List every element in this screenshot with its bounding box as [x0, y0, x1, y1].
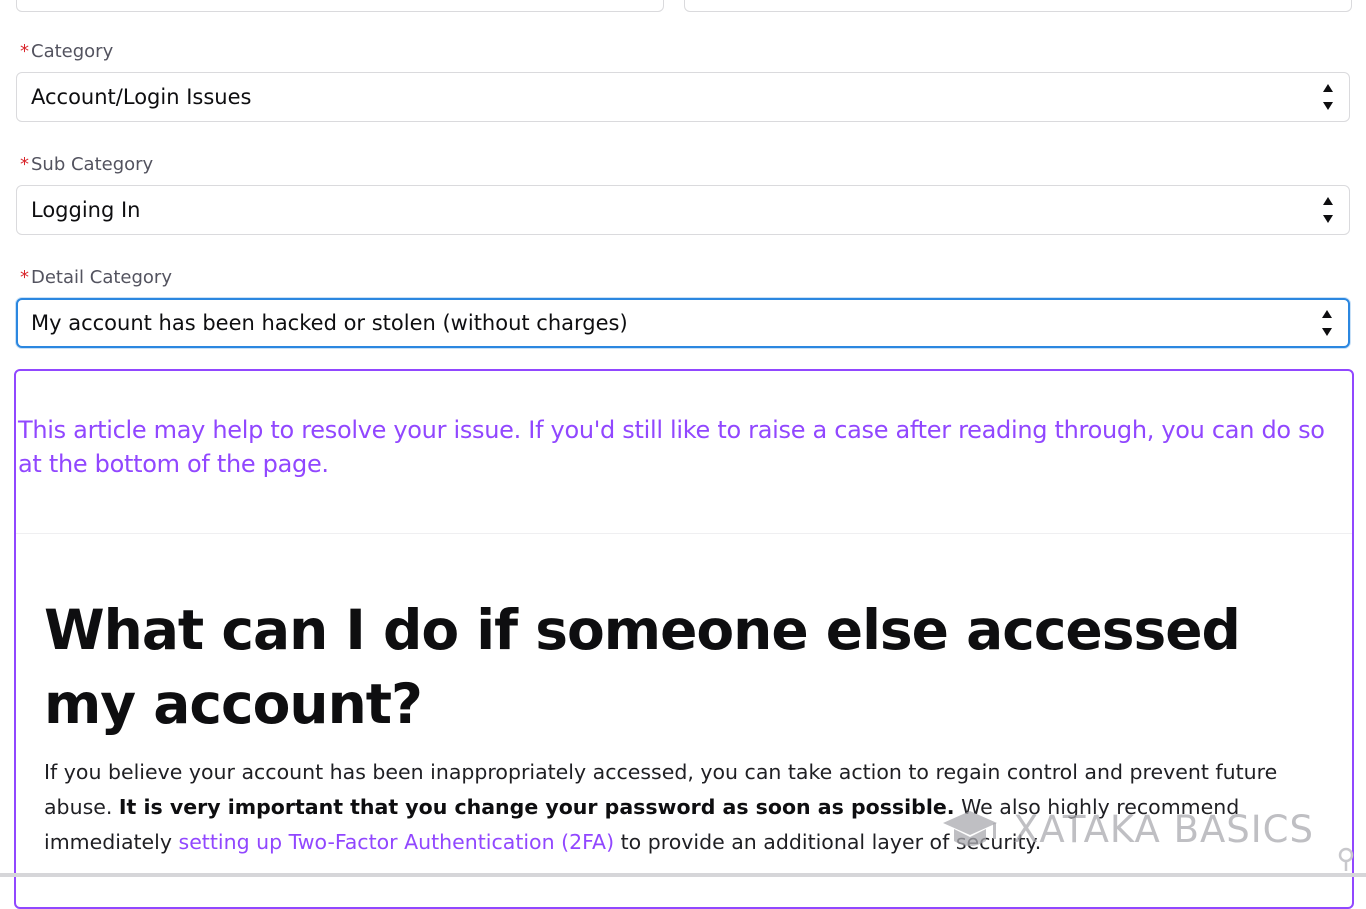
article-title: What can I do if someone else accessed m… — [44, 598, 1241, 736]
required-mark: * — [20, 154, 29, 175]
detail-category-value: My account has been hacked or stolen (wi… — [31, 311, 628, 335]
article-notice: This article may help to resolve your is… — [18, 416, 1325, 478]
previous-field-left[interactable] — [16, 0, 664, 12]
sub-category-label: * Sub Category — [20, 154, 154, 175]
article-body: If you believe your account has been ina… — [44, 760, 1278, 854]
pin-icon — [1338, 847, 1354, 871]
two-factor-link[interactable]: setting up Two-Factor Authentication (2F… — [179, 830, 615, 854]
select-arrows-icon — [1322, 310, 1332, 336]
required-mark: * — [20, 267, 29, 288]
category-label: * Category — [20, 41, 114, 62]
required-mark: * — [20, 41, 29, 62]
important-note: It is very important that you change you… — [118, 795, 955, 819]
detail-category-select[interactable]: My account has been hacked or stolen (wi… — [16, 298, 1350, 348]
panel-divider — [16, 533, 1352, 534]
category-select[interactable]: Account/Login Issues — [16, 72, 1350, 122]
help-article-panel: This article may help to resolve your is… — [14, 369, 1354, 909]
sub-category-select[interactable]: Logging In — [16, 185, 1350, 235]
category-value: Account/Login Issues — [31, 85, 252, 109]
sub-category-value: Logging In — [31, 198, 141, 222]
previous-field-right[interactable] — [684, 0, 1352, 12]
select-arrows-icon — [1323, 84, 1333, 110]
select-arrows-icon — [1323, 197, 1333, 223]
detail-category-label: * Detail Category — [20, 267, 172, 288]
bottom-scroll-edge — [0, 873, 1366, 877]
